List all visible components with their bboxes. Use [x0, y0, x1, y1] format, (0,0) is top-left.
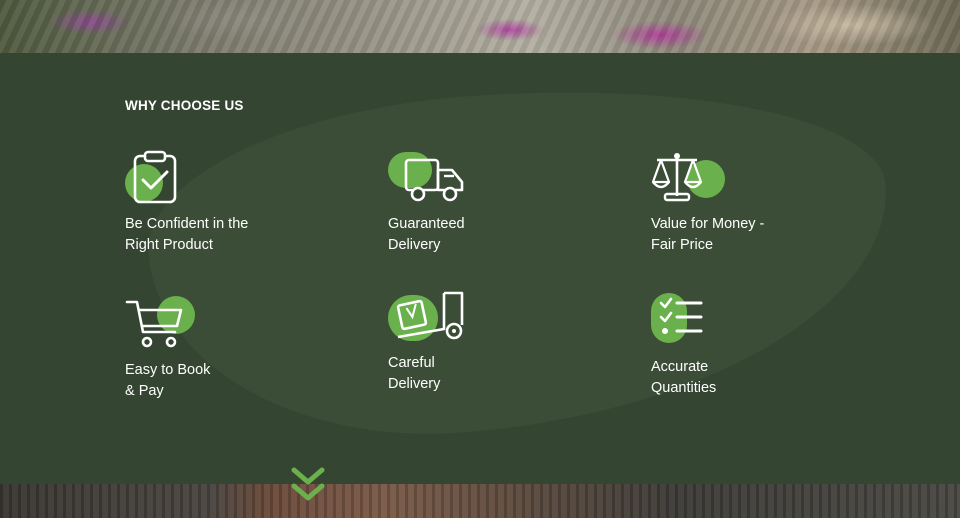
section-heading: WHY CHOOSE US — [125, 98, 244, 113]
feature-label: Guaranteed Delivery — [388, 216, 465, 253]
feature-label: Value for Money - Fair Price — [651, 216, 765, 253]
feature-confident-product: Be Confident in the Right Product — [125, 150, 345, 256]
why-choose-us-section: WHY CHOOSE US Be Confident in the Right … — [0, 53, 960, 484]
feature-label: Accurate Quantities — [651, 359, 717, 396]
feature-accurate-quantities: Accurate Quantities — [651, 293, 871, 399]
feature-easy-book-pay: Easy to Book & Pay — [125, 296, 345, 402]
header-garden-photo — [0, 0, 960, 53]
shopping-cart-icon — [125, 296, 205, 352]
checklist-icon — [651, 293, 731, 349]
footer-photo-strip — [0, 484, 960, 518]
clipboard-check-icon — [125, 150, 205, 206]
feature-value-for-money: Value for Money - Fair Price — [651, 150, 871, 256]
feature-label: Careful Delivery — [388, 355, 441, 392]
double-chevron-down-icon[interactable] — [290, 466, 326, 506]
feature-label: Easy to Book & Pay — [125, 362, 211, 399]
feature-careful-delivery: Careful Delivery — [388, 289, 608, 395]
feature-guaranteed-delivery: Guaranteed Delivery — [388, 150, 608, 256]
balance-scale-icon — [651, 150, 731, 206]
delivery-truck-icon — [388, 150, 468, 206]
hand-truck-box-icon — [388, 289, 468, 345]
feature-label: Be Confident in the Right Product — [125, 216, 249, 253]
